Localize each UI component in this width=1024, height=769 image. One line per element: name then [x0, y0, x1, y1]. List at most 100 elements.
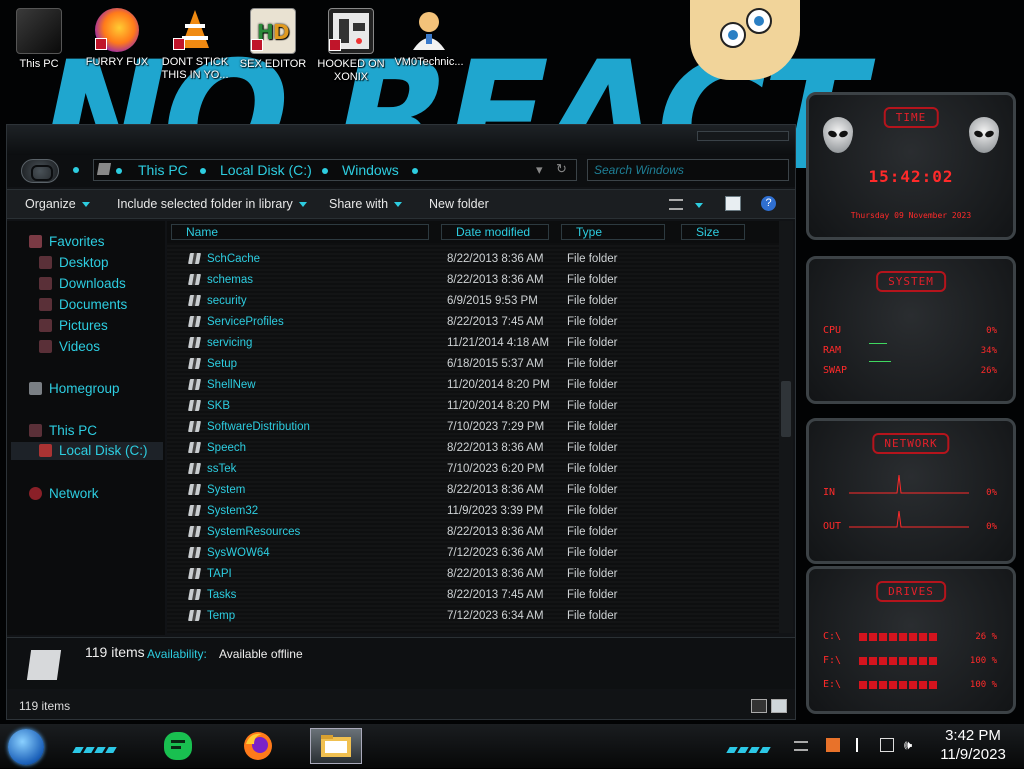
table-row[interactable]: security 6/9/2015 9:53 PM File folder: [167, 291, 779, 312]
nav-local-disk[interactable]: Local Disk (C:): [11, 442, 163, 460]
nav-label: Homegroup: [49, 381, 120, 396]
include-in-library-button[interactable]: Include selected folder in library: [117, 197, 307, 211]
column-header-size[interactable]: Size: [681, 224, 745, 240]
file-date: 8/22/2013 8:36 AM: [447, 253, 544, 265]
network-tray-icon[interactable]: [880, 738, 894, 752]
xd-editor-icon: HD: [250, 8, 296, 54]
table-row[interactable]: SystemResources 8/22/2013 8:36 AM File fol…: [167, 522, 779, 543]
column-header-name[interactable]: Name: [171, 224, 429, 240]
vertical-scrollbar[interactable]: [779, 221, 793, 633]
system-gadget[interactable]: SYSTEM CPU 0% RAM 34% SWAP 26%: [806, 256, 1016, 404]
firefox-taskbar-button[interactable]: [240, 728, 276, 764]
desktop-icon-this-pc[interactable]: This PC: [0, 6, 78, 71]
large-icons-view-icon[interactable]: [771, 699, 787, 713]
table-row[interactable]: Speech 8/22/2013 8:36 AM File folder: [167, 438, 779, 459]
drives-gadget[interactable]: DRIVES C:\ 26 % F:\ 100 % E:\ 100 %: [806, 566, 1016, 714]
search-input[interactable]: Search Windows: [587, 159, 789, 181]
cpu-label: CPU: [823, 325, 842, 336]
organize-label: Organize: [25, 197, 76, 211]
scrollbar-thumb[interactable]: [781, 381, 791, 437]
time-gadget[interactable]: TIME 15:42:02 Thursday 09 November 2023: [806, 92, 1016, 240]
file-name: ServiceProfiles: [207, 316, 284, 328]
desktop-icon-label: FURRY FUX: [85, 56, 149, 68]
status-text: 119 items: [19, 699, 71, 713]
taskbar-decoration: [726, 740, 772, 753]
column-header-type[interactable]: Type: [561, 224, 665, 240]
volume-icon[interactable]: 🕪: [904, 738, 918, 752]
table-row[interactable]: SysWOW64 7/12/2023 6:36 AM File folder: [167, 543, 779, 564]
details-view-icon[interactable]: [751, 699, 767, 713]
desktop-icon-xonix[interactable]: HOOKED ON XONIX: [312, 6, 390, 84]
desktop-icon-furry-fux[interactable]: FURRY FUX: [78, 6, 156, 69]
organize-button[interactable]: Organize: [25, 197, 90, 211]
this-pc-icon: [16, 8, 62, 54]
breadcrumb-separator-icon: [116, 168, 122, 174]
app-tray-icon[interactable]: [826, 738, 840, 752]
breadcrumb-this-pc[interactable]: This PC: [138, 162, 188, 178]
action-center-flag-icon[interactable]: [856, 738, 870, 752]
start-orb-button[interactable]: [8, 729, 44, 765]
drive-e-label: E:\: [823, 679, 842, 690]
firefox-icon: [244, 732, 272, 760]
table-row[interactable]: Temp 7/12/2023 6:34 AM File folder: [167, 606, 779, 627]
show-hidden-icons[interactable]: [794, 741, 808, 751]
preview-pane-icon[interactable]: [725, 196, 741, 211]
table-row[interactable]: TAPI 8/22/2013 8:36 AM File folder: [167, 564, 779, 585]
new-folder-button[interactable]: New folder: [429, 197, 489, 211]
folder-icon: [188, 295, 201, 306]
desktop-icon-dont-stick[interactable]: DONT STICK THIS IN YO...: [156, 6, 234, 82]
desktop-icon-label: DONT STICK THIS IN YO...: [161, 56, 229, 81]
table-row[interactable]: Tasks 8/22/2013 7:45 AM File folder: [167, 585, 779, 606]
table-row[interactable]: ServiceProfiles 8/22/2013 7:45 AM File fol…: [167, 312, 779, 333]
window-titlebar[interactable]: [7, 125, 795, 155]
desktop-icon-vm0technic[interactable]: VM0Technic...: [390, 6, 468, 69]
back-forward-button[interactable]: [21, 159, 59, 183]
table-row[interactable]: ShellNew 11/20/2014 8:20 PM File folder: [167, 375, 779, 396]
table-row[interactable]: System32 11/9/2023 3:39 PM File folder: [167, 501, 779, 522]
help-icon[interactable]: ?: [761, 196, 776, 211]
breadcrumb-windows[interactable]: Windows: [342, 162, 399, 178]
folder-icon: [188, 253, 201, 264]
table-row[interactable]: SKB 11/20/2014 8:20 PM File folder: [167, 396, 779, 417]
file-name: System32: [207, 505, 259, 517]
file-type: File folder: [567, 547, 618, 559]
column-header-date[interactable]: Date modified: [441, 224, 549, 240]
file-date: 7/12/2023 6:36 AM: [447, 547, 544, 559]
availability-label: Availability:: [147, 647, 207, 661]
table-row[interactable]: Setup 6/18/2015 5:37 AM File folder: [167, 354, 779, 375]
file-date: 11/21/2014 4:18 AM: [447, 337, 550, 349]
breadcrumb-local-disk[interactable]: Local Disk (C:): [220, 162, 312, 178]
nav-label: Desktop: [59, 255, 109, 270]
table-row[interactable]: SoftwareDistribution 7/10/2023 7:29 PM Fil…: [167, 417, 779, 438]
file-date: 8/22/2013 8:36 AM: [447, 484, 544, 496]
include-label: Include selected folder in library: [117, 197, 293, 211]
dropdown-arrow-icon[interactable]: ▾: [536, 162, 543, 178]
address-bar[interactable]: This PC Local Disk (C:) Windows ▾ ↻: [93, 159, 577, 181]
file-date: 7/12/2023 6:34 AM: [447, 610, 544, 622]
folder-icon: [96, 163, 112, 175]
table-row[interactable]: schemas 8/22/2013 8:36 AM File folder: [167, 270, 779, 291]
file-type: File folder: [567, 316, 618, 328]
desktop-icon-sex-editor[interactable]: HD SEX EDITOR: [234, 6, 312, 71]
file-explorer-taskbar-button[interactable]: [310, 728, 362, 764]
nav-label: Downloads: [59, 276, 126, 291]
table-row[interactable]: servicing 11/21/2014 4:18 AM File folder: [167, 333, 779, 354]
breadcrumb-separator-icon: [200, 168, 206, 174]
notes-app-button[interactable]: [160, 728, 196, 764]
network-gadget[interactable]: NETWORK IN 0% OUT 0%: [806, 418, 1016, 564]
table-row[interactable]: ssTek 7/10/2023 6:20 PM File folder: [167, 459, 779, 480]
table-row[interactable]: SchCache 8/22/2013 8:36 AM File folder: [167, 249, 779, 270]
table-row[interactable]: System 8/22/2013 8:36 AM File folder: [167, 480, 779, 501]
view-dropdown-icon[interactable]: [695, 203, 703, 208]
nav-label: Pictures: [59, 318, 108, 333]
file-type: File folder: [567, 442, 618, 454]
share-with-button[interactable]: Share with: [329, 197, 403, 211]
refresh-icon[interactable]: ↻: [556, 161, 567, 177]
alien-head-icon: [969, 117, 999, 153]
history-dot-icon[interactable]: [73, 167, 79, 173]
drive-c-value: 26 %: [975, 632, 997, 642]
taskbar-clock[interactable]: 3:42 PM 11/9/2023: [928, 726, 1018, 764]
svg-text:D: D: [273, 20, 290, 44]
gadget-title: TIME: [883, 107, 939, 128]
view-options-icon[interactable]: [669, 199, 683, 210]
